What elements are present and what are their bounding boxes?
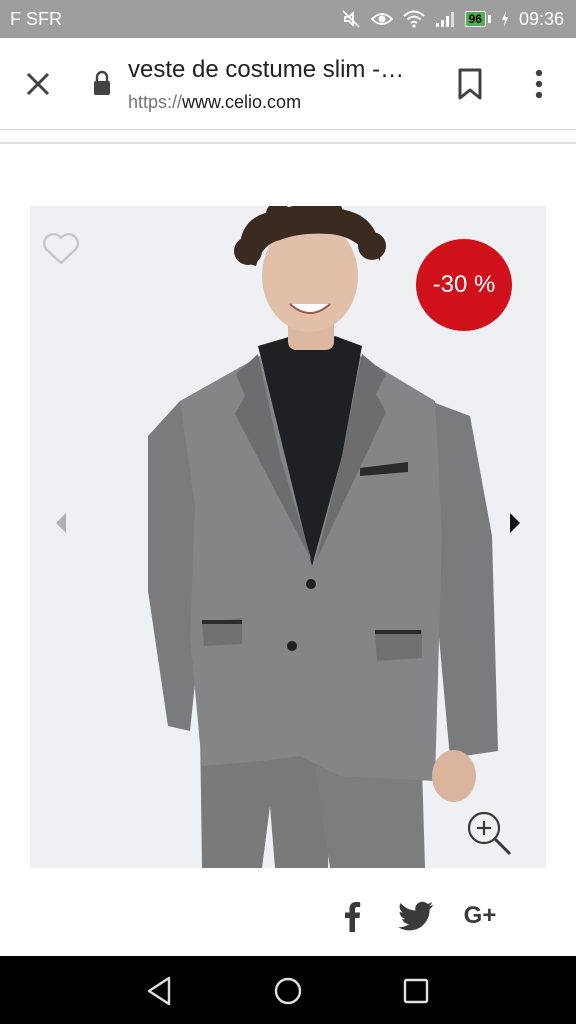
recents-icon[interactable] [399,974,433,1008]
page-title: veste de costume slim -… [128,56,405,83]
android-nav-bar [0,956,576,1024]
battery-icon: 96 [464,11,491,27]
google-plus-icon[interactable]: G+ [458,896,502,936]
facebook-icon[interactable] [340,896,364,936]
chevron-right-icon[interactable] [508,512,522,534]
share-buttons: G+ [330,896,530,936]
eye-icon [370,13,393,25]
twitter-icon[interactable] [396,896,436,936]
overflow-menu-icon[interactable] [524,64,554,104]
carrier-name: F SFR [10,8,62,29]
zoom-in-icon[interactable] [464,808,514,858]
charging-icon [501,11,508,27]
wifi-icon [402,10,425,28]
bookmark-icon[interactable] [454,64,486,104]
status-icons: 96 09:36 [341,9,564,30]
product-image[interactable]: -30 % [30,206,546,868]
url-host: www.celio.com [182,92,302,112]
discount-badge: -30 % [416,239,512,331]
mute-icon [341,10,360,28]
url-scheme: https:// [128,92,183,112]
lock-icon [94,70,110,95]
divider [0,142,576,144]
clock: 09:36 [518,8,564,29]
browser-toolbar: veste de costume slim -… https://www.cel… [0,38,576,130]
status-bar: F SFR 96 09:36 [0,0,576,38]
url-text[interactable]: https://www.celio.com [128,92,301,113]
battery-level: 96 [464,11,486,27]
back-icon[interactable] [143,974,177,1008]
chevron-left-icon[interactable] [54,512,68,534]
signal-icon [435,12,454,27]
home-icon[interactable] [271,974,305,1008]
close-icon[interactable] [20,66,56,102]
heart-icon[interactable] [42,232,80,266]
